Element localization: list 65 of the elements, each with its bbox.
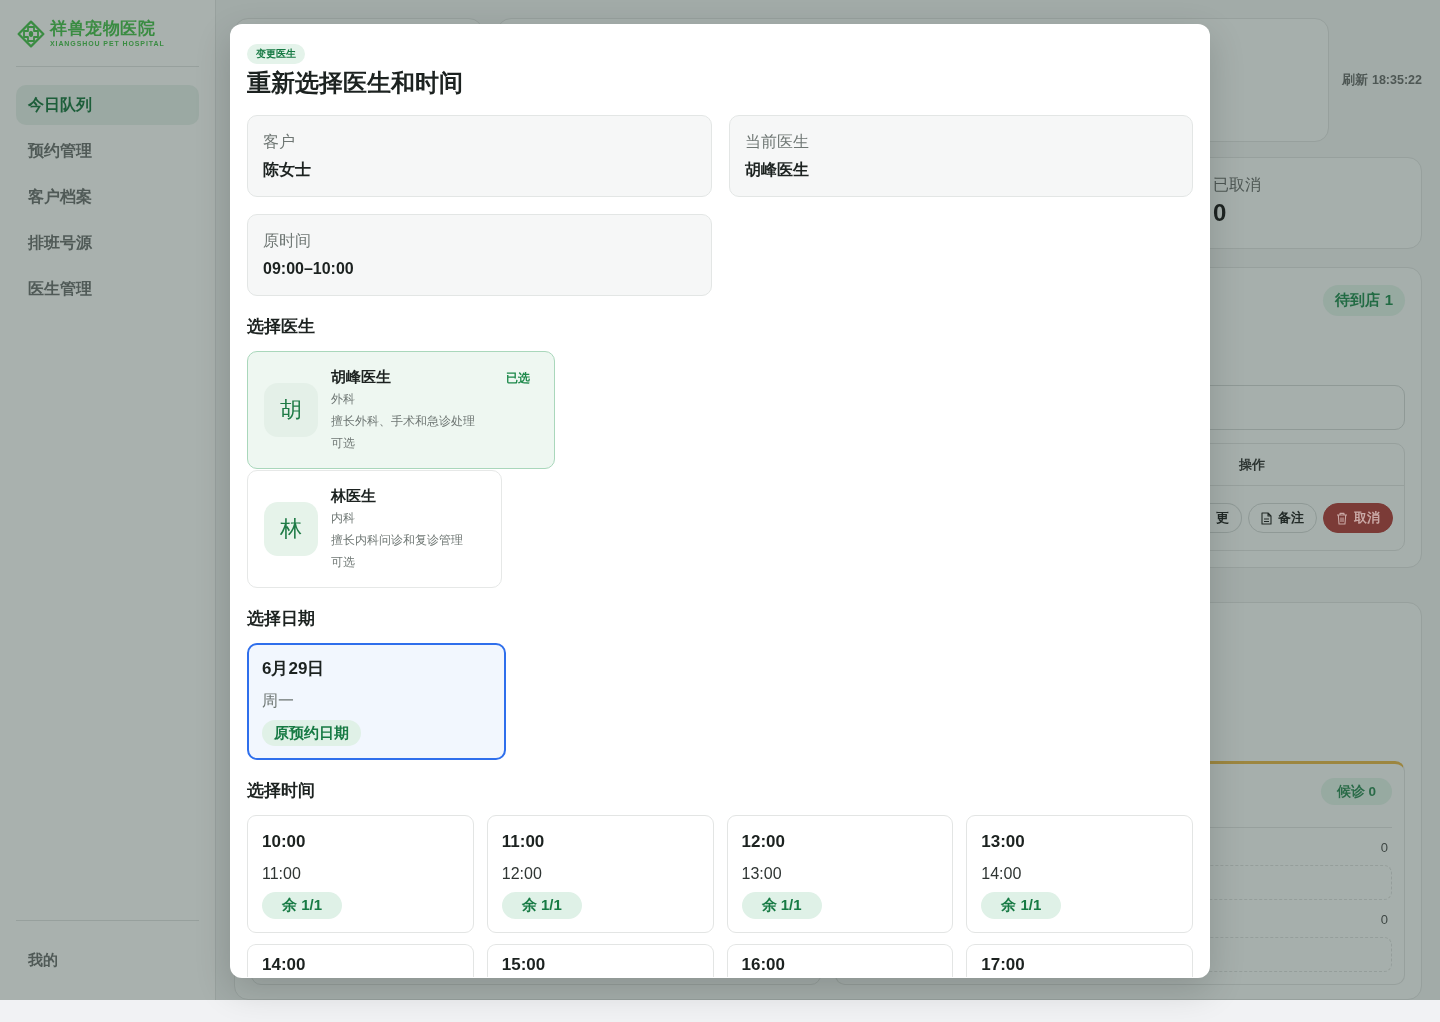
slot-start-time: 11:00 [501, 831, 545, 853]
doctor-avatar: 林 [264, 502, 318, 556]
time-slot-card[interactable]: 15:00 [486, 944, 714, 977]
dialog-tag: 变更医生 [247, 44, 305, 64]
date-tag: 原预约日期 [262, 720, 361, 746]
document-icon [1261, 511, 1272, 525]
trash-icon [1336, 511, 1348, 525]
time-slot-card[interactable]: 12:00 13:00 余 1/1 [726, 815, 954, 933]
slot-start-time: 15:00 [501, 955, 546, 975]
status-badge: 候诊 0 [1320, 778, 1392, 805]
slot-end-time: 11:00 [262, 864, 301, 884]
doctor-availability: 可选 [331, 554, 355, 571]
doctor-name: 林医生 [331, 486, 376, 506]
section-heading: 选择医生 [247, 316, 315, 338]
doctor-card[interactable]: 胡 胡峰医生 外科 擅长外科、手术和急诊处理 可选 已选 [247, 351, 555, 469]
doctor-card[interactable]: 林 林医生 内科 擅长内科问诊和复诊管理 可选 [247, 470, 502, 588]
stat-value: 0 [1213, 198, 1227, 228]
weekday-text: 周一 [262, 691, 294, 711]
count-text: 0 [1380, 911, 1388, 929]
info-value: 09:00–10:00 [263, 259, 354, 279]
doctor-availability: 可选 [331, 435, 355, 452]
cancel-button[interactable]: 取消 [1323, 503, 1393, 533]
refresh-time: 刷新 18:35:22 [1342, 71, 1422, 89]
doctor-avatar: 胡 [264, 383, 318, 437]
dialog-title: 重新选择医生和时间 [247, 68, 463, 98]
section-heading: 选择日期 [247, 608, 315, 630]
column-header: 操作 [1239, 455, 1265, 474]
slot-remaining-badge: 余 1/1 [981, 892, 1062, 919]
slot-end-time: 13:00 [741, 864, 782, 884]
doctor-department: 内科 [331, 510, 355, 527]
doctor-specialty: 擅长内科问诊和复诊管理 [331, 532, 463, 549]
section-heading: 选择时间 [247, 780, 315, 802]
slot-remaining-badge: 余 1/1 [741, 892, 822, 919]
info-value: 陈女士 [263, 160, 311, 180]
date-card[interactable]: 6月29日 周一 原预约日期 [247, 643, 506, 760]
status-badge: 待到店 1 [1323, 285, 1405, 316]
slot-end-time: 12:00 [501, 864, 542, 884]
logo-text: 祥兽宠物医院 [50, 19, 156, 39]
time-slot-card[interactable]: 16:00 [726, 944, 954, 977]
slot-end-time: 14:00 [981, 864, 1022, 884]
date-text: 6月29日 [262, 658, 325, 680]
slot-remaining-badge: 余 1/1 [262, 892, 343, 919]
count-text: 0 [1380, 839, 1388, 857]
stat-label: 已取消 [1213, 175, 1261, 195]
time-slot-card[interactable]: 13:00 14:00 余 1/1 [966, 815, 1193, 933]
selected-label: 已选 [506, 370, 530, 387]
doctor-name: 胡峰医生 [331, 367, 391, 387]
doctor-specialty: 擅长外科、手术和急诊处理 [331, 413, 475, 430]
slot-start-time: 14:00 [262, 955, 306, 975]
slot-start-time: 12:00 [741, 831, 785, 853]
slot-start-time: 17:00 [981, 955, 1025, 975]
time-slot-card[interactable]: 10:00 11:00 余 1/1 [247, 815, 474, 933]
slot-start-time: 16:00 [741, 955, 785, 975]
info-value: 胡峰医生 [744, 160, 809, 180]
slot-start-time: 10:00 [262, 831, 306, 853]
time-slot-card[interactable]: 14:00 [247, 944, 474, 977]
info-label: 客户 [263, 132, 295, 152]
time-slot-card[interactable]: 11:00 12:00 余 1/1 [486, 815, 714, 933]
slot-remaining-badge: 余 1/1 [501, 892, 582, 919]
logo-icon [17, 20, 45, 48]
time-slot-card[interactable]: 17:00 [966, 944, 1193, 977]
info-label: 原时间 [263, 231, 311, 251]
slot-start-time: 13:00 [981, 831, 1025, 853]
doctor-department: 外科 [331, 391, 355, 408]
info-label: 当前医生 [744, 132, 809, 152]
